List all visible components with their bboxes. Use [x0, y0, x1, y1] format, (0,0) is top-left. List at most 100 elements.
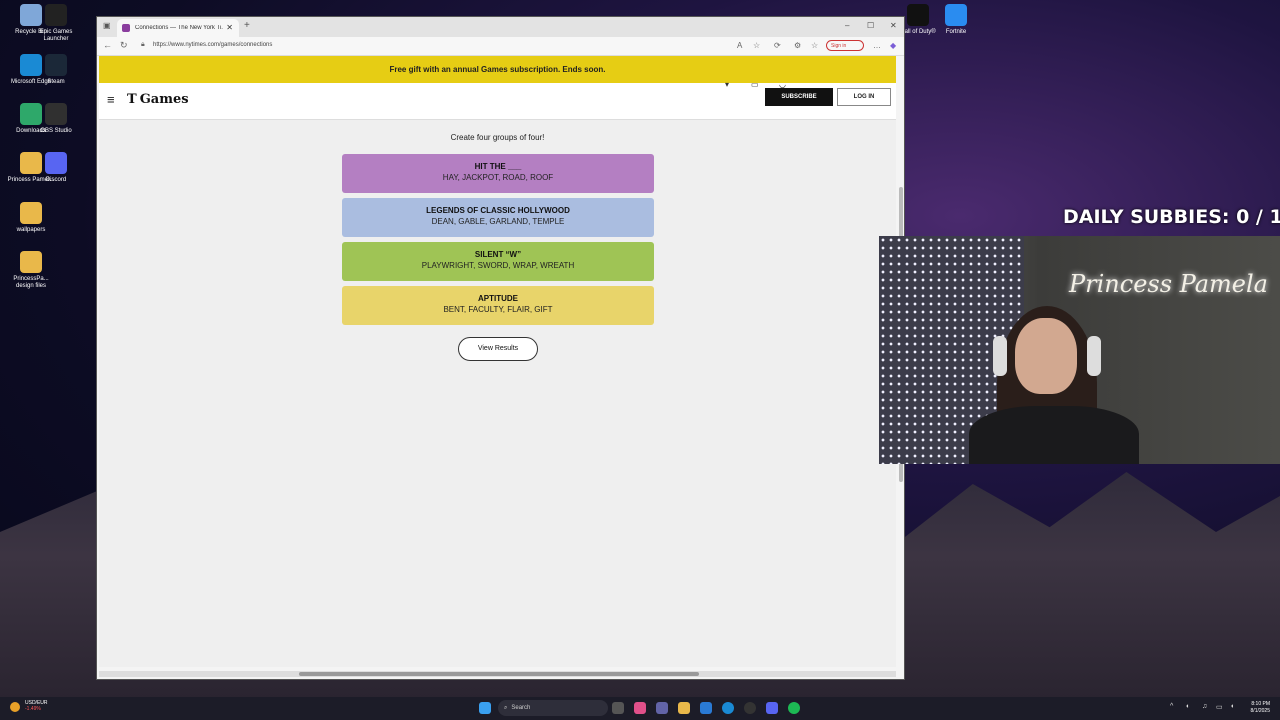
desktop-shortcut-label: OBS Studio [40, 128, 72, 134]
group-category: APTITUDE [478, 294, 518, 303]
solved-group: SILENT “W” PLAYWRIGHT, SWORD, WRAP, WREAT… [342, 242, 654, 281]
edge-taskbar-icon[interactable] [722, 702, 734, 714]
fortnite-icon [945, 4, 967, 26]
game-content: Create four groups of four! HIT THE ___ H… [99, 120, 896, 667]
group-words: PLAYWRIGHT, SWORD, WRAP, WREATH [421, 261, 575, 270]
group-words: BENT, FACULTY, FLAIR, GIFT [443, 305, 553, 314]
taskbar: USD/EUR -1.49% ⌕ Search ^ ◐ ♫ ▭ ◖ 8:10 PM… [0, 697, 1280, 720]
favorites-icon[interactable]: ☆ [811, 41, 818, 50]
horizontal-scrollbar[interactable] [99, 671, 896, 677]
desktop-shortcut[interactable]: OBS Studio [31, 103, 81, 135]
scrollbar-thumb[interactable] [299, 672, 699, 676]
store-icon[interactable] [700, 702, 712, 714]
new-tab-icon[interactable]: + [244, 20, 250, 31]
group-category: HIT THE ___ [474, 162, 522, 171]
promo-banner-text: Free gift with an annual Games subscript… [389, 65, 606, 74]
volume-icon[interactable]: ◖ [1230, 703, 1234, 710]
minimize-icon[interactable]: – [845, 21, 849, 30]
game-prompt: Create four groups of four! [450, 133, 545, 142]
sign-in-button[interactable]: Sign in [826, 40, 864, 51]
webcam-overlay: Princess Pamela [879, 236, 1280, 464]
desktop-shortcut-label: Discord [45, 177, 67, 183]
log-in-button[interactable]: LOG IN [837, 88, 891, 106]
search-icon: ⌕ [504, 705, 508, 711]
tab-bar: ▣ Connections — The New York Ti... ✕ + –… [97, 17, 904, 37]
folder-icon [20, 202, 42, 224]
epic-games-icon [45, 4, 67, 26]
hamburger-menu-icon[interactable]: ≡ [107, 92, 115, 107]
tray-app-icon[interactable]: ◐ [1186, 703, 1190, 710]
solved-group: APTITUDE BENT, FACULTY, FLAIR, GIFT [342, 286, 654, 325]
desktop-shortcut-label: PrincessPa... design files [13, 276, 49, 289]
url-field[interactable]: https://www.nytimes.com/games/connection… [153, 42, 272, 48]
daily-subbies-counter: DAILY SUBBIES: 0 / 15 [1063, 206, 1280, 228]
copilot-icon[interactable]: ◆ [890, 41, 896, 50]
call-of-duty-icon [907, 4, 929, 26]
back-icon[interactable]: ← [103, 40, 112, 50]
start-icon[interactable] [479, 702, 491, 714]
nyt-games-logo[interactable]: T Games [127, 92, 189, 107]
desktop-shortcut-label: Epic Games Launcher [39, 29, 73, 42]
headphone-left [993, 336, 1007, 376]
extensions-icon[interactable]: ⟳ [774, 41, 781, 50]
folder-icon [20, 251, 42, 273]
solved-group: HIT THE ___ HAY, JACKPOT, ROAD, ROOF [342, 154, 654, 193]
promo-banner[interactable]: Free gift with an annual Games subscript… [99, 56, 896, 83]
browser-window: ▣ Connections — The New York Ti... ✕ + –… [96, 16, 905, 680]
teams-icon[interactable] [656, 702, 668, 714]
ticker-change: -1.49% [25, 706, 41, 712]
tab-actions-icon[interactable]: ▣ [103, 21, 111, 30]
close-tab-icon[interactable]: ✕ [226, 23, 233, 32]
refresh-icon[interactable]: ↻ [120, 40, 128, 51]
weather-icon[interactable] [10, 702, 20, 712]
file-explorer-icon[interactable] [678, 702, 690, 714]
solved-group: LEGENDS OF CLASSIC HOLLYWOOD DEAN, GABLE,… [342, 198, 654, 237]
tray-app-icon-2[interactable]: ♫ [1202, 703, 1207, 710]
show-hidden-icons[interactable]: ^ [1170, 703, 1173, 710]
favorite-star-icon[interactable]: ☆ [753, 41, 760, 50]
clock[interactable]: 8:10 PM 8/1/2025 [1251, 701, 1270, 715]
stats-icon[interactable]: ▭ [751, 80, 759, 89]
copilot-taskbar-icon[interactable] [634, 702, 646, 714]
desktop-shortcut[interactable]: Fortnite [931, 4, 981, 36]
spotify-icon[interactable] [788, 702, 800, 714]
desktop-shortcut-label: wallpapers [16, 227, 46, 233]
headphone-right [1087, 336, 1101, 376]
task-view-icon[interactable] [612, 702, 624, 714]
discord-icon [45, 152, 67, 174]
streamer-face [1015, 318, 1077, 394]
streamer-body [969, 406, 1139, 464]
group-category: SILENT “W” [474, 250, 522, 259]
taskbar-search[interactable]: ⌕ Search [498, 700, 608, 716]
desktop-shortcut-label: Steam [47, 79, 65, 85]
desktop-shortcut[interactable]: Discord [31, 152, 81, 184]
view-results-button[interactable]: View Results [458, 337, 538, 361]
help-icon[interactable]: ▾ [725, 80, 729, 89]
address-bar: ← ↻ 🔒︎ https://www.nytimes.com/games/con… [97, 37, 904, 56]
site-header: ≡ T Games ▾ ▭ ◡ SUBSCRIBE LOG IN [99, 80, 896, 120]
subscribe-button[interactable]: SUBSCRIBE [765, 88, 833, 106]
desktop-shortcut[interactable]: wallpapers [6, 202, 56, 234]
desktop-shortcut[interactable]: Epic Games Launcher [31, 4, 81, 43]
group-words: DEAN, GABLE, GARLAND, TEMPLE [431, 217, 565, 226]
nyt-t-logo-icon: T [127, 92, 137, 107]
stock-ticker[interactable]: USD/EUR -1.49% [25, 700, 48, 712]
discord-taskbar-icon[interactable] [766, 702, 778, 714]
maximize-icon[interactable]: ☐ [867, 21, 874, 30]
desktop-shortcut[interactable]: PrincessPa... design files [6, 251, 56, 290]
logo-text: Games [139, 92, 189, 107]
read-aloud-icon[interactable]: A [737, 41, 742, 50]
desktop-shortcut[interactable]: Steam [31, 54, 81, 86]
more-menu-icon[interactable]: … [873, 41, 881, 50]
split-screen-icon[interactable]: ⚙ [794, 41, 801, 50]
obs-icon [45, 103, 67, 125]
group-words: HAY, JACKPOT, ROAD, ROOF [442, 173, 554, 182]
network-icon[interactable]: ▭ [1216, 703, 1223, 711]
close-window-icon[interactable]: ✕ [890, 21, 897, 30]
group-category: LEGENDS OF CLASSIC HOLLYWOOD [426, 206, 570, 215]
steam-icon [45, 54, 67, 76]
clock-time: 8:10 PM [1251, 701, 1270, 707]
tab-connections[interactable]: Connections — The New York Ti... ✕ [117, 19, 239, 37]
obs-taskbar-icon[interactable] [744, 702, 756, 714]
neon-sign: Princess Pamela [1069, 270, 1268, 298]
